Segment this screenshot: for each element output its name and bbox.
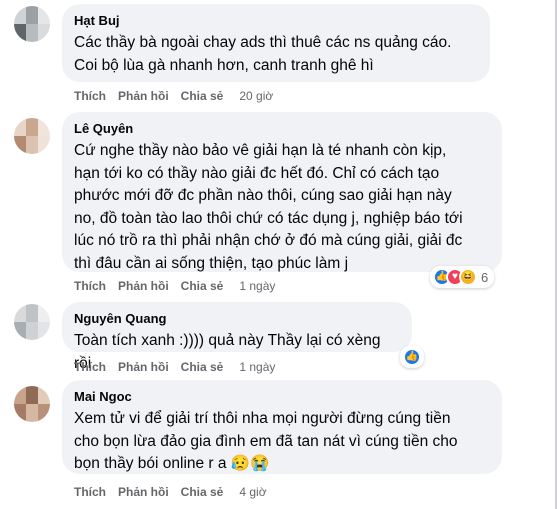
reaction-summary[interactable]: 👍: [400, 346, 424, 368]
like-button[interactable]: Thích: [74, 88, 106, 104]
timestamp[interactable]: 20 giờ: [239, 88, 273, 104]
avatar[interactable]: [14, 386, 50, 422]
like-icon: 👍: [403, 348, 421, 366]
commenter-name[interactable]: Hạt Buj: [74, 13, 478, 29]
commenter-name[interactable]: Lê Quyên: [74, 121, 490, 137]
commenter-name[interactable]: Mai Ngoc: [74, 389, 490, 405]
haha-icon: 😆: [459, 268, 477, 286]
comment-actions: Thích Phản hồi Chia sẻ 1 ngày: [74, 359, 275, 375]
comment-text: Xem tử vi để giải trí thôi nha mọi người…: [74, 410, 458, 472]
timestamp[interactable]: 1 ngày: [239, 359, 275, 375]
share-button[interactable]: Chia sẻ: [181, 88, 224, 104]
comment-actions: Thích Phản hồi Chia sẻ 4 giờ: [74, 484, 267, 500]
reply-button[interactable]: Phản hồi: [118, 88, 169, 104]
share-button[interactable]: Chia sẻ: [181, 278, 224, 294]
timestamp[interactable]: 4 giờ: [239, 484, 266, 500]
avatar[interactable]: [14, 6, 50, 42]
share-button[interactable]: Chia sẻ: [181, 484, 224, 500]
reply-button[interactable]: Phản hồi: [118, 359, 169, 375]
comment-actions: Thích Phản hồi Chia sẻ 20 giờ: [74, 88, 273, 104]
like-button[interactable]: Thích: [74, 484, 106, 500]
timestamp[interactable]: 1 ngày: [239, 278, 275, 294]
comment-bubble: Hạt Buj Các thầy bà ngoài chay ads thì t…: [62, 4, 490, 82]
avatar[interactable]: [14, 118, 50, 154]
reply-button[interactable]: Phản hồi: [118, 484, 169, 500]
share-button[interactable]: Chia sẻ: [181, 359, 224, 375]
reply-button[interactable]: Phản hồi: [118, 278, 169, 294]
like-button[interactable]: Thích: [74, 278, 106, 294]
like-button[interactable]: Thích: [74, 359, 106, 375]
reaction-count: 6: [481, 269, 489, 285]
comment-bubble: Nguyên Quang Toàn tích xanh :)))) quả nà…: [62, 302, 412, 372]
comment-bubble: Lê Quyên Cứ nghe thầy nào bảo vê giải hạ…: [62, 112, 502, 272]
reaction-summary[interactable]: 👍 ♥ 😆 6: [430, 266, 495, 288]
comment-text: Cứ nghe thầy nào bảo vê giải hạn là té n…: [74, 142, 463, 272]
commenter-name[interactable]: Nguyên Quang: [74, 311, 400, 327]
comment-actions: Thích Phản hồi Chia sẻ 1 ngày: [74, 278, 275, 294]
comment-text: Các thầy bà ngoài chay ads thì thuê các …: [74, 34, 452, 74]
avatar[interactable]: [14, 304, 50, 340]
comment-bubble: Mai Ngoc Xem tử vi để giải trí thôi nha …: [62, 380, 502, 474]
